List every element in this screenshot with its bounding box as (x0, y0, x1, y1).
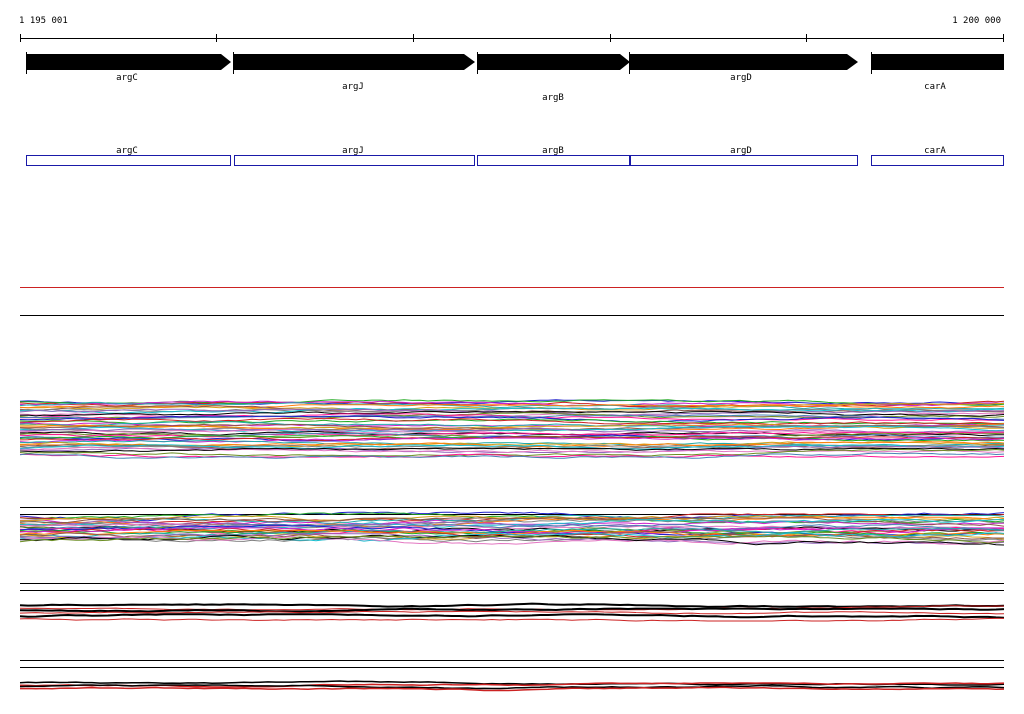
annotation-argC[interactable]: argC (26, 146, 231, 166)
annotation-box[interactable] (630, 155, 858, 166)
coverage-track-1 (19, 399, 1005, 459)
gene-label: argC (116, 73, 138, 83)
coverage-track-2 (19, 511, 1005, 546)
annotation-argB[interactable]: argB (477, 146, 630, 166)
ruler-start-label: 1 195 001 (19, 16, 68, 26)
gene-label: argJ (342, 82, 364, 92)
signal-line (19, 613, 1005, 619)
gene-label: argB (542, 93, 564, 103)
gene-label: argD (730, 73, 752, 83)
annotation-box[interactable] (234, 155, 475, 166)
signal-line (19, 602, 1005, 608)
gene-track: argC argJ argB argD carA (26, 52, 1005, 103)
annotation-track: argC argJ argB argD carA (26, 146, 1004, 166)
gene-arrow[interactable] (872, 54, 1004, 70)
gene-argC[interactable]: argC (26, 52, 232, 83)
annotation-carA[interactable]: carA (871, 146, 1004, 166)
annotation-box[interactable] (477, 155, 630, 166)
coverage-track-4 (19, 680, 1005, 692)
annotation-box[interactable] (871, 155, 1004, 166)
gene-carA[interactable]: carA (871, 52, 1005, 92)
annotation-label: argD (730, 146, 752, 156)
annotation-label: argC (116, 146, 138, 156)
annotation-argJ[interactable]: argJ (234, 146, 475, 166)
gene-label: carA (924, 82, 946, 92)
coverage-track-3 (19, 602, 1005, 622)
gene-arrow[interactable] (630, 54, 858, 70)
annotation-argD[interactable]: argD (630, 146, 858, 166)
annotation-label: argJ (342, 146, 364, 156)
annotation-box[interactable] (26, 155, 231, 166)
annotation-label: argB (542, 146, 564, 156)
gene-argD[interactable]: argD (629, 52, 859, 83)
gene-argJ[interactable]: argJ (233, 52, 476, 92)
gene-arrow[interactable] (27, 54, 231, 70)
gene-arrow[interactable] (234, 54, 475, 70)
ruler-end-label: 1 200 000 (952, 16, 1001, 26)
annotation-label: carA (924, 146, 946, 156)
signal-line (19, 617, 1004, 622)
gene-argB[interactable]: argB (477, 52, 631, 103)
genome-browser-view: 1 195 001 1 200 000 argC argJ argB argD … (19, 16, 1005, 692)
coordinate-ruler: 1 195 001 1 200 000 (19, 16, 1004, 42)
gene-arrow[interactable] (478, 54, 630, 70)
